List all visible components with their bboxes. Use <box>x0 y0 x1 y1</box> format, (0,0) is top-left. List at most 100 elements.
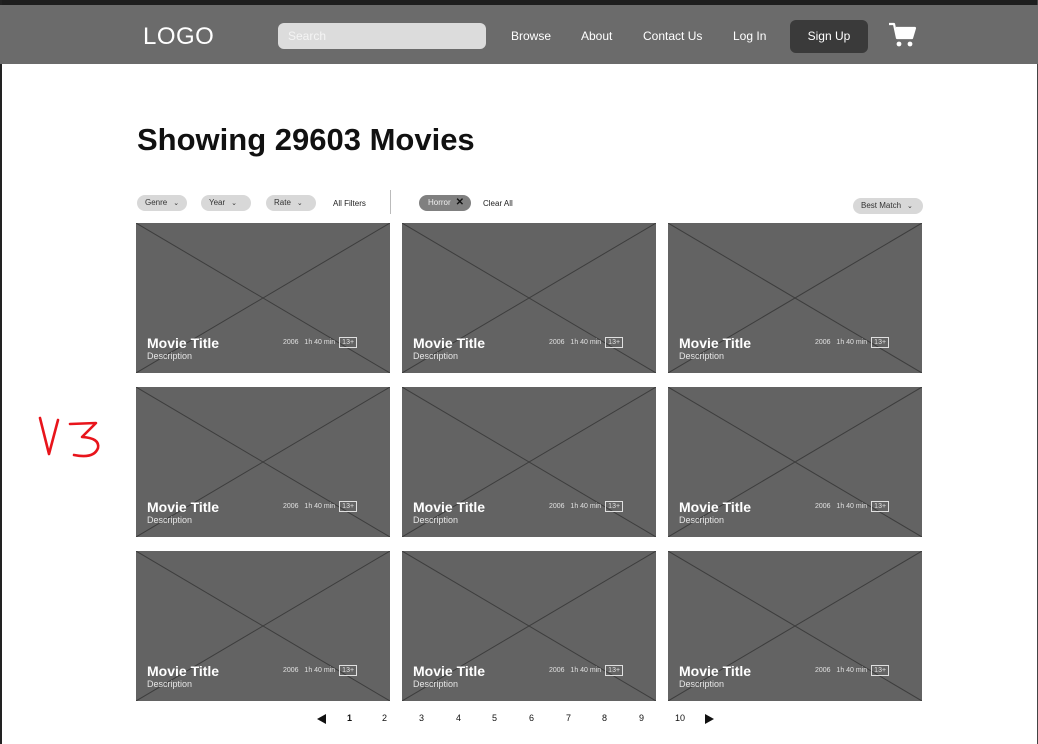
movie-year: 2006 <box>549 667 565 674</box>
movie-card[interactable]: Movie Title Description 2006 1h 40 min 13… <box>136 551 390 701</box>
movie-rating-badge: 13+ <box>605 665 624 676</box>
page-link-10[interactable]: 10 <box>675 713 685 723</box>
chevron-down-icon: ⌄ <box>907 203 913 210</box>
shopping-cart-icon[interactable] <box>888 20 918 50</box>
movie-title: Movie Title <box>147 663 220 679</box>
page-link-2[interactable]: 2 <box>382 713 387 723</box>
movie-duration: 1h 40 min <box>836 339 868 346</box>
movie-card[interactable]: Movie Title Description 2006 1h 40 min 13… <box>402 551 656 701</box>
movie-duration: 1h 40 min <box>570 339 602 346</box>
sort-label: Best Match <box>861 201 902 210</box>
v3-annotation <box>38 416 100 458</box>
year-filter-label: Year <box>209 198 226 207</box>
movie-description: Description <box>679 515 725 525</box>
site-logo[interactable]: LOGO <box>143 23 214 51</box>
page-title: Showing 29603 Movies <box>137 122 475 157</box>
year-filter-dropdown[interactable]: Year ⌄ <box>201 195 251 211</box>
movie-meta: 2006 1h 40 min 13+ <box>815 665 890 676</box>
movie-title: Movie Title <box>679 335 752 351</box>
movie-title: Movie Title <box>679 499 752 515</box>
movie-meta: 2006 1h 40 min 13+ <box>549 337 624 348</box>
page-link-5[interactable]: 5 <box>492 713 497 723</box>
movie-meta: 2006 1h 40 min 13+ <box>283 501 358 512</box>
page-link-9[interactable]: 9 <box>639 713 644 723</box>
page-link-7[interactable]: 7 <box>566 713 571 723</box>
movie-description: Description <box>147 679 193 689</box>
movie-meta: 2006 1h 40 min 13+ <box>283 337 358 348</box>
movie-meta: 2006 1h 40 min 13+ <box>815 337 890 348</box>
movie-card[interactable]: Movie Title Description 2006 1h 40 min 13… <box>668 223 922 373</box>
movie-description: Description <box>413 515 459 525</box>
chevron-down-icon: ⌄ <box>296 200 303 207</box>
movie-rating-badge: 13+ <box>871 665 890 676</box>
sign-up-button[interactable]: Sign Up <box>790 20 868 53</box>
chevron-down-icon: ⌄ <box>173 200 180 207</box>
search-input[interactable] <box>278 23 486 49</box>
movie-description: Description <box>413 679 459 689</box>
movie-meta: 2006 1h 40 min 13+ <box>815 501 890 512</box>
movie-meta: 2006 1h 40 min 13+ <box>283 665 358 676</box>
movie-card[interactable]: Movie Title Description 2006 1h 40 min 13… <box>136 387 390 537</box>
clear-all-link[interactable]: Clear All <box>483 199 513 208</box>
movie-year: 2006 <box>549 503 565 510</box>
movie-year: 2006 <box>283 667 299 674</box>
genre-filter-label: Genre <box>145 198 168 207</box>
next-page-icon[interactable] <box>705 714 714 724</box>
movie-card[interactable]: Movie Title Description 2006 1h 40 min 13… <box>668 551 922 701</box>
prev-page-icon[interactable] <box>317 714 326 724</box>
top-navbar: LOGO Browse About Contact Us Log In Sign… <box>0 5 1038 64</box>
nav-login-link[interactable]: Log In <box>733 29 766 43</box>
movie-year: 2006 <box>283 339 299 346</box>
all-filters-link[interactable]: All Filters <box>333 199 366 208</box>
movie-title: Movie Title <box>147 335 220 351</box>
movie-title: Movie Title <box>413 663 486 679</box>
page-link-1[interactable]: 1 <box>347 713 352 723</box>
movie-description: Description <box>413 351 459 361</box>
page-link-8[interactable]: 8 <box>602 713 607 723</box>
movie-year: 2006 <box>283 503 299 510</box>
movie-rating-badge: 13+ <box>339 337 358 348</box>
movie-duration: 1h 40 min <box>836 667 868 674</box>
movie-duration: 1h 40 min <box>570 667 602 674</box>
nav-about-link[interactable]: About <box>581 29 612 43</box>
chevron-down-icon: ⌄ <box>231 200 238 207</box>
movie-duration: 1h 40 min <box>304 667 336 674</box>
movie-rating-badge: 13+ <box>871 501 890 512</box>
nav-contact-link[interactable]: Contact Us <box>643 29 702 43</box>
movie-description: Description <box>147 351 193 361</box>
movie-description: Description <box>679 679 725 689</box>
movie-title: Movie Title <box>679 663 752 679</box>
page-link-4[interactable]: 4 <box>456 713 461 723</box>
movie-rating-badge: 13+ <box>605 337 624 348</box>
window-left-border <box>0 0 2 744</box>
active-filter-tag[interactable]: Horror ✕ <box>419 195 471 211</box>
movie-title: Movie Title <box>147 499 220 515</box>
movie-duration: 1h 40 min <box>304 339 336 346</box>
movie-card[interactable]: Movie Title Description 2006 1h 40 min 13… <box>136 223 390 373</box>
movie-year: 2006 <box>815 339 831 346</box>
rate-filter-label: Rate <box>274 198 291 207</box>
movie-title: Movie Title <box>413 499 486 515</box>
movie-meta: 2006 1h 40 min 13+ <box>549 665 624 676</box>
rate-filter-dropdown[interactable]: Rate ⌄ <box>266 195 316 211</box>
movie-card[interactable]: Movie Title Description 2006 1h 40 min 13… <box>668 387 922 537</box>
movie-rating-badge: 13+ <box>339 501 358 512</box>
movie-year: 2006 <box>815 667 831 674</box>
movie-description: Description <box>147 515 193 525</box>
movie-card[interactable]: Movie Title Description 2006 1h 40 min 13… <box>402 223 656 373</box>
movie-card[interactable]: Movie Title Description 2006 1h 40 min 13… <box>402 387 656 537</box>
movie-year: 2006 <box>815 503 831 510</box>
movie-duration: 1h 40 min <box>836 503 868 510</box>
sort-dropdown[interactable]: Best Match ⌄ <box>853 198 923 214</box>
movie-duration: 1h 40 min <box>304 503 336 510</box>
genre-filter-dropdown[interactable]: Genre ⌄ <box>137 195 187 211</box>
movie-title: Movie Title <box>413 335 486 351</box>
movie-rating-badge: 13+ <box>339 665 358 676</box>
page-link-3[interactable]: 3 <box>419 713 424 723</box>
movie-year: 2006 <box>549 339 565 346</box>
page-link-6[interactable]: 6 <box>529 713 534 723</box>
remove-filter-icon[interactable]: ✕ <box>456 195 464 211</box>
movie-rating-badge: 13+ <box>871 337 890 348</box>
nav-browse-link[interactable]: Browse <box>511 29 551 43</box>
movie-duration: 1h 40 min <box>570 503 602 510</box>
